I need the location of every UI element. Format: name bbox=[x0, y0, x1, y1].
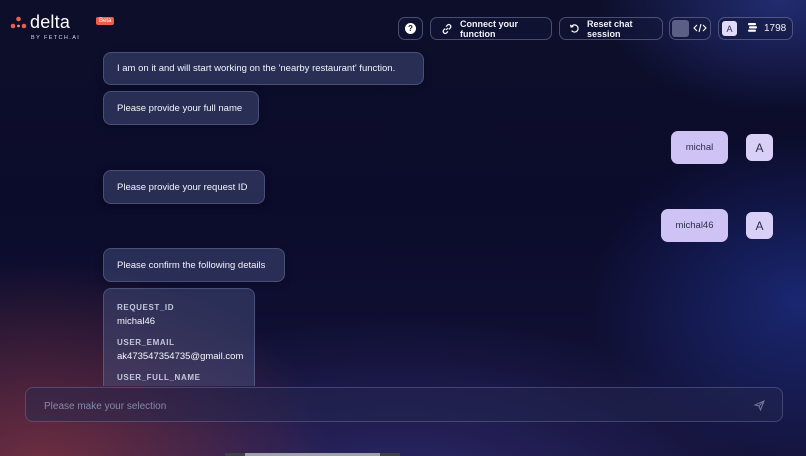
chat-area[interactable]: I am on it and will start working on the… bbox=[0, 0, 806, 386]
user-message-text: michal bbox=[685, 142, 714, 153]
send-button[interactable] bbox=[752, 398, 766, 412]
bot-message: I am on it and will start working on the… bbox=[103, 52, 424, 85]
detail-key: REQUEST_ID bbox=[117, 303, 175, 312]
user-message-text: michal46 bbox=[675, 220, 714, 231]
detail-field: USER_EMAIL ak473547354735@gmail.com bbox=[117, 338, 254, 362]
confirm-details-card: REQUEST_ID michal46 USER_EMAIL ak4735473… bbox=[103, 288, 255, 386]
send-icon bbox=[753, 399, 765, 411]
user-message: michal bbox=[671, 131, 728, 164]
message-input[interactable] bbox=[42, 397, 726, 415]
detail-value: ak473547354735@gmail.com bbox=[117, 351, 244, 362]
user-message: michal46 bbox=[661, 209, 728, 242]
bot-message: Please confirm the following details bbox=[103, 248, 285, 282]
detail-field: USER_FULL_NAME michal bbox=[117, 373, 254, 386]
bot-message: Please provide your full name bbox=[103, 91, 259, 125]
bot-message-text: Please provide your request ID bbox=[117, 181, 248, 193]
detail-value: michal46 bbox=[117, 316, 156, 327]
detail-field: REQUEST_ID michal46 bbox=[117, 303, 254, 327]
detail-key: USER_FULL_NAME bbox=[117, 373, 201, 382]
bot-message: Please provide your request ID bbox=[103, 170, 265, 204]
bot-message-text: Please provide your full name bbox=[117, 102, 243, 114]
user-avatar: A bbox=[746, 212, 773, 239]
chat-input-bar bbox=[25, 387, 783, 422]
detail-key: USER_EMAIL bbox=[117, 338, 175, 347]
user-avatar: A bbox=[746, 134, 773, 161]
bot-message-text: Please confirm the following details bbox=[117, 259, 266, 271]
bot-message-text: I am on it and will start working on the… bbox=[117, 63, 396, 74]
